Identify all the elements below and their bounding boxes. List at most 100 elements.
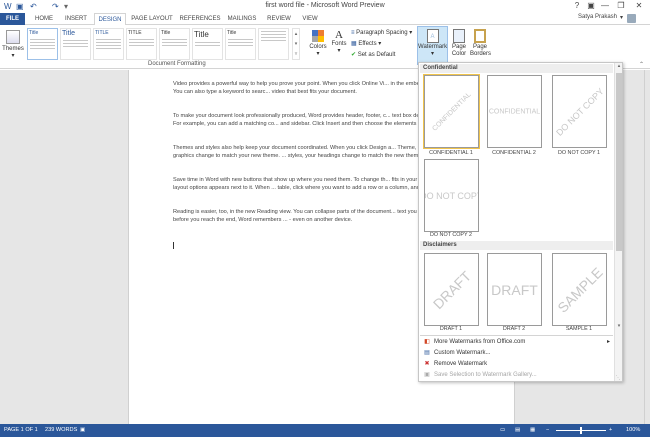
effects-button[interactable]: ▦ Effects ▾ xyxy=(351,40,381,47)
status-bar: PAGE 1 OF 1 239 WORDS ▣ ▭ ▤ ▦ − + 100% xyxy=(0,424,650,437)
page-color-label: Page Color xyxy=(451,44,467,57)
zoom-out-icon[interactable]: − xyxy=(546,427,549,433)
group-label-document-formatting: Document Formatting xyxy=(148,61,206,67)
watermark-do-not-copy-1[interactable]: DO NOT COPY xyxy=(552,75,607,148)
watermark-draft-1[interactable]: DRAFT xyxy=(424,253,479,326)
style-set-6[interactable]: Title xyxy=(192,28,223,60)
watermark-preview-text: CONFIDENTIAL xyxy=(488,108,541,115)
zoom-in-icon[interactable]: + xyxy=(609,427,612,433)
chevron-down-icon: ▾ xyxy=(316,51,320,57)
style-set-5[interactable]: Title xyxy=(159,28,190,60)
web-layout-icon[interactable]: ▦ xyxy=(530,427,535,433)
avatar[interactable] xyxy=(627,14,636,23)
paragraph-spacing-button[interactable]: ≡ Paragraph Spacing ▾ xyxy=(351,29,412,36)
zoom-slider-thumb[interactable] xyxy=(580,427,582,434)
colors-icon xyxy=(312,30,324,42)
restore-button[interactable]: ❐ xyxy=(614,1,628,10)
custom-watermark-icon: ▤ xyxy=(424,350,430,356)
resize-grip-icon[interactable]: ⋱ xyxy=(614,375,622,381)
watermark-sample-1[interactable]: SAMPLE xyxy=(552,253,607,326)
style-set-title: TITLE xyxy=(128,30,142,36)
menu-item-label: Save Selection to Watermark Gallery... xyxy=(434,372,537,378)
watermark-gallery-dropdown: Confidential CONFIDENTIAL CONFIDENTIAL 1… xyxy=(418,62,623,382)
minimize-button[interactable]: — xyxy=(598,1,612,10)
user-dropdown-icon[interactable]: ▾ xyxy=(620,14,623,21)
set-as-default-label: Set as Default xyxy=(357,52,396,58)
watermark-confidential-1[interactable]: CONFIDENTIAL xyxy=(423,74,480,149)
set-as-default-button[interactable]: ✔ Set as Default xyxy=(351,51,395,58)
custom-watermark-menu-item[interactable]: ▤ Custom Watermark... xyxy=(421,348,613,359)
tab-file[interactable]: FILE xyxy=(0,13,25,25)
office-icon: ◧ xyxy=(424,339,430,345)
tab-home[interactable]: HOME xyxy=(31,13,57,25)
read-mode-icon[interactable]: ▭ xyxy=(500,427,505,433)
fonts-button[interactable]: A Fonts ▾ xyxy=(330,28,348,64)
dropdown-scrollbar[interactable]: ▴ ▾ xyxy=(614,63,622,381)
style-set-title: Title xyxy=(29,30,39,36)
watermark-icon: A xyxy=(426,29,439,43)
tab-page-layout[interactable]: PAGE LAYOUT xyxy=(130,13,174,25)
remove-watermark-icon: ✖ xyxy=(424,361,430,367)
close-button[interactable]: ✕ xyxy=(632,1,646,10)
themes-icon xyxy=(6,30,20,44)
style-set-4[interactable]: TITLE xyxy=(126,28,157,60)
tab-references[interactable]: REFERENCES xyxy=(179,13,221,25)
watermark-preview-text: DO NOT COPY xyxy=(425,190,478,201)
style-set-2[interactable]: Title xyxy=(60,28,91,60)
ribbon-tabs: FILE HOME INSERT DESIGN PAGE LAYOUT REFE… xyxy=(0,13,650,26)
more-watermarks-menu-item[interactable]: ◧ More Watermarks from Office.com ▸ xyxy=(421,337,613,348)
scroll-down-icon[interactable]: ▾ xyxy=(615,323,623,329)
tab-view[interactable]: VIEW xyxy=(299,13,321,25)
gallery-scroll[interactable]: ▴ ▾ ▿ xyxy=(292,28,300,60)
style-set-8[interactable] xyxy=(258,28,289,60)
collapse-ribbon-icon[interactable]: ⌃ xyxy=(639,61,644,68)
page-count[interactable]: PAGE 1 OF 1 xyxy=(4,427,38,433)
text-cursor xyxy=(173,242,174,249)
save-gallery-icon: ▣ xyxy=(424,372,430,378)
watermark-label: CONFIDENTIAL 2 xyxy=(492,150,536,156)
watermark-button[interactable]: A Watermark ▾ xyxy=(417,26,448,65)
watermark-preview-text: DO NOT COPY xyxy=(553,85,606,138)
tab-review[interactable]: REVIEW xyxy=(264,13,294,25)
dropdown-scroll-thumb[interactable] xyxy=(616,73,622,251)
help-button[interactable]: ? xyxy=(570,1,584,10)
document-scrollbar[interactable] xyxy=(644,70,650,424)
watermark-label: CONFIDENTIAL 1 xyxy=(429,150,473,156)
watermark-label: DO NOT COPY 2 xyxy=(429,232,473,238)
style-set-title: Title xyxy=(62,30,75,37)
style-set-title: Title xyxy=(227,30,237,36)
window-title: first word file - Microsoft Word Preview xyxy=(265,2,385,9)
style-set-1[interactable]: Title xyxy=(27,28,58,60)
watermark-do-not-copy-2[interactable]: DO NOT COPY xyxy=(424,159,479,232)
page-color-button[interactable]: Page Color xyxy=(449,26,469,66)
zoom-level[interactable]: 100% xyxy=(626,427,640,433)
style-set-3[interactable]: TITLE xyxy=(93,28,124,60)
themes-button[interactable]: Themes ▾ xyxy=(2,28,24,64)
style-set-title: TITLE xyxy=(95,30,109,36)
watermark-preview-text: CONFIDENTIAL xyxy=(430,90,473,133)
word-count[interactable]: 239 WORDS xyxy=(45,427,77,433)
tab-mailings[interactable]: MAILINGS xyxy=(226,13,258,25)
print-layout-icon[interactable]: ▤ xyxy=(515,427,520,433)
watermark-draft-2[interactable]: DRAFT xyxy=(487,253,542,326)
watermark-preview-text: SAMPLE xyxy=(553,263,606,316)
tab-insert[interactable]: INSERT xyxy=(61,13,91,25)
chevron-down-icon: ▾ xyxy=(11,53,15,59)
style-set-title: Title xyxy=(194,30,209,39)
colors-button[interactable]: Colors ▾ xyxy=(309,28,327,64)
watermark-confidential-2[interactable]: CONFIDENTIAL xyxy=(487,75,542,148)
ribbon-display-icon[interactable]: ▣ xyxy=(584,1,598,10)
remove-watermark-menu-item[interactable]: ✖ Remove Watermark xyxy=(421,359,613,370)
menu-item-label: More Watermarks from Office.com xyxy=(434,339,526,345)
scroll-up-icon[interactable]: ▴ xyxy=(615,63,623,69)
user-name[interactable]: Satya Prakash xyxy=(578,14,617,20)
watermark-preview-text: DRAFT xyxy=(491,281,538,298)
chevron-down-icon: ▾ xyxy=(430,51,434,57)
paragraph-spacing-label: Paragraph Spacing xyxy=(356,30,408,36)
page-borders-button[interactable]: Page Borders xyxy=(470,26,491,66)
watermark-label: DO NOT COPY 1 xyxy=(557,150,601,156)
menu-item-label: Custom Watermark... xyxy=(434,350,491,356)
watermark-preview-text: DRAFT xyxy=(429,267,474,312)
style-set-7[interactable]: Title xyxy=(225,28,256,60)
proofing-icon[interactable]: ▣ xyxy=(80,427,85,433)
